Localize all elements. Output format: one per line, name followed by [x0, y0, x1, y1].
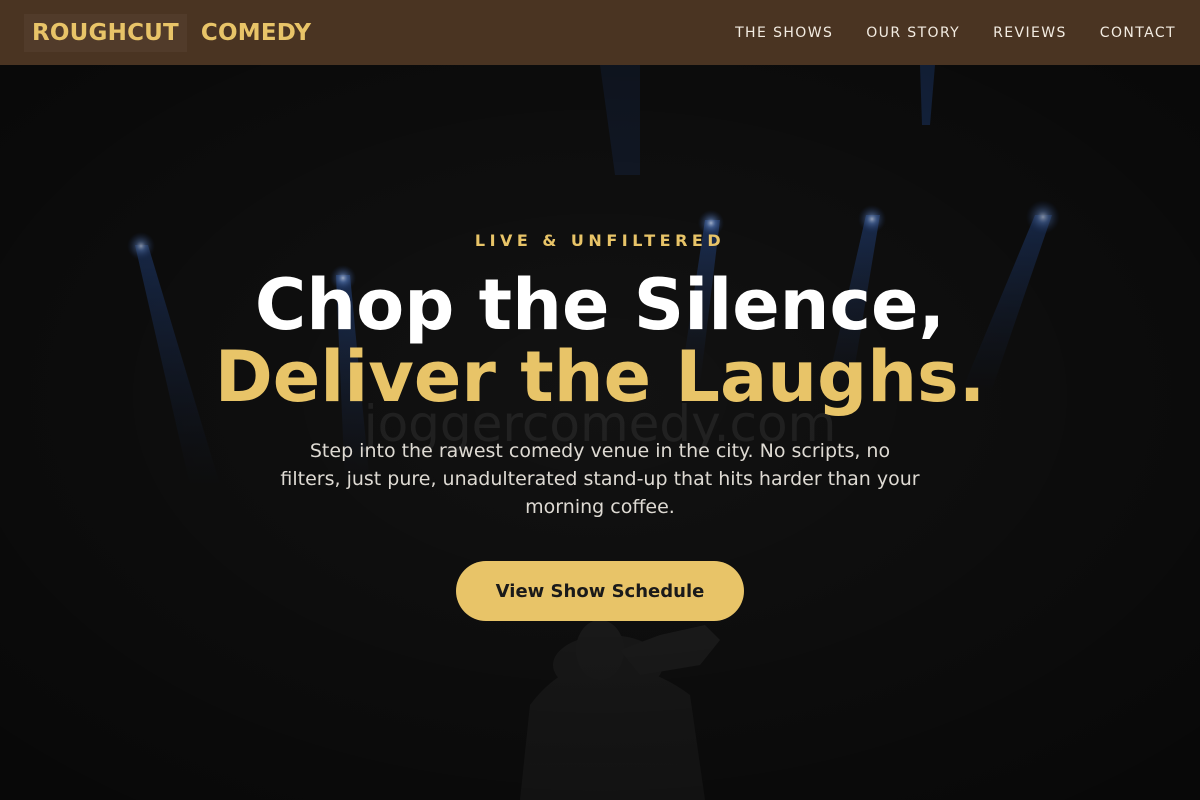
brand-word-2: COMEDY: [200, 19, 312, 46]
hero-section: joggercomedy.com LIVE & UNFILTERED Chop …: [0, 65, 1200, 800]
main-nav: THE SHOWS OUR STORY REVIEWS CONTACT: [735, 25, 1176, 41]
hero-headline-line-1: Chop the Silence,: [254, 264, 946, 346]
hero-eyebrow: LIVE & UNFILTERED: [474, 231, 726, 250]
brand-word-1: ROUGHCUT: [24, 13, 187, 52]
nav-item-the-shows[interactable]: THE SHOWS: [735, 25, 833, 41]
nav-item-our-story[interactable]: OUR STORY: [866, 25, 960, 41]
nav-item-reviews[interactable]: REVIEWS: [993, 25, 1067, 41]
site-header: ROUGHCUT COMEDY THE SHOWS OUR STORY REVI…: [0, 0, 1200, 65]
nav-item-contact[interactable]: CONTACT: [1100, 25, 1176, 41]
hero-subtext: Step into the rawest comedy venue in the…: [280, 440, 920, 518]
brand-logo[interactable]: ROUGHCUT COMEDY: [24, 13, 312, 52]
view-show-schedule-button[interactable]: View Show Schedule: [456, 561, 744, 621]
hero-headline-line-2: Deliver the Laughs.: [214, 336, 986, 418]
